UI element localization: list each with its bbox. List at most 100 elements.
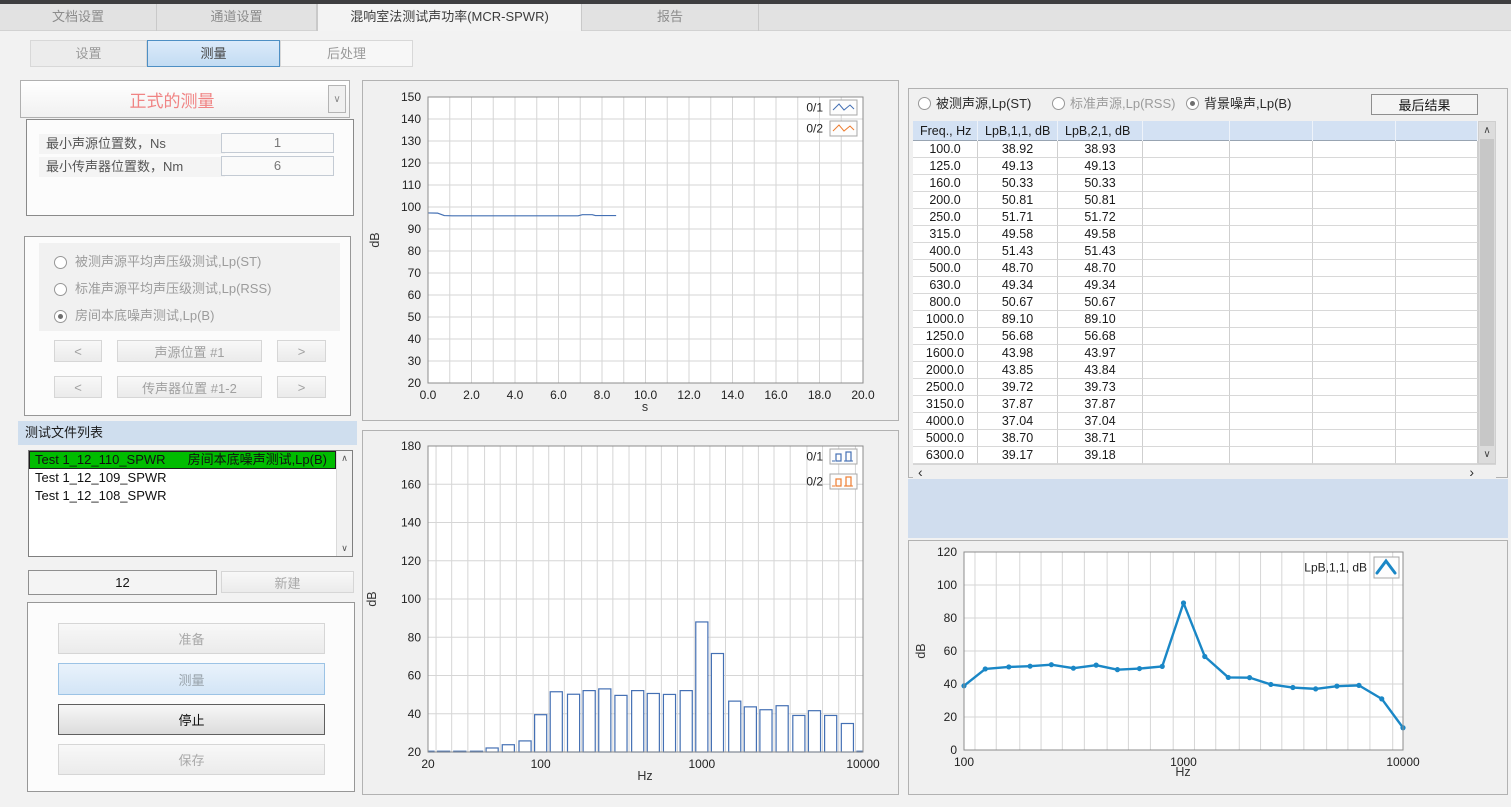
table-cell[interactable]: 37.04 [1058, 413, 1143, 430]
table-row[interactable]: 6300.039.1739.18 [913, 447, 1478, 464]
table-cell[interactable]: 49.58 [978, 226, 1058, 243]
source-position-prev-button[interactable]: < [54, 340, 102, 362]
table-cell[interactable]: 39.72 [978, 379, 1058, 396]
table-cell[interactable]: 5000.0 [913, 430, 978, 447]
table-cell[interactable] [1396, 175, 1478, 192]
tab-channel-settings[interactable]: 通道设置 [157, 4, 317, 31]
table-cell[interactable] [1396, 294, 1478, 311]
table-scroll-up-icon[interactable]: ∧ [1479, 125, 1495, 136]
table-cell[interactable] [1230, 243, 1313, 260]
table-row[interactable]: 1600.043.9843.97 [913, 345, 1478, 362]
table-cell[interactable]: 49.34 [1058, 277, 1143, 294]
table-cell[interactable] [1230, 413, 1313, 430]
measurement-mode-dropdown[interactable]: 正式的测量 ∨ [20, 80, 350, 118]
table-cell[interactable]: 50.67 [978, 294, 1058, 311]
table-cell[interactable] [1313, 379, 1396, 396]
table-horizontal-scrollbar[interactable]: ‹ › [913, 464, 1496, 479]
table-cell[interactable] [1230, 328, 1313, 345]
table-row[interactable]: 3150.037.8737.87 [913, 396, 1478, 413]
table-cell[interactable] [1230, 311, 1313, 328]
radio-lprss[interactable] [54, 283, 67, 296]
table-cell[interactable]: 49.13 [978, 158, 1058, 175]
result-radio-lpb[interactable] [1186, 97, 1199, 110]
table-scroll-down-icon[interactable]: ∨ [1479, 449, 1495, 460]
table-row[interactable]: 1000.089.1089.10 [913, 311, 1478, 328]
table-cell[interactable]: 1600.0 [913, 345, 978, 362]
table-cell[interactable] [1143, 379, 1230, 396]
table-cell[interactable] [1230, 294, 1313, 311]
table-row[interactable]: 250.051.7151.72 [913, 209, 1478, 226]
table-cell[interactable]: 400.0 [913, 243, 978, 260]
table-cell[interactable]: 50.67 [1058, 294, 1143, 311]
table-row[interactable]: 2500.039.7239.73 [913, 379, 1478, 396]
table-cell[interactable]: 160.0 [913, 175, 978, 192]
table-row[interactable]: 800.050.6750.67 [913, 294, 1478, 311]
table-row[interactable]: 630.049.3449.34 [913, 277, 1478, 294]
table-row[interactable]: 2000.043.8543.84 [913, 362, 1478, 379]
table-cell[interactable] [1396, 226, 1478, 243]
table-cell[interactable]: 1000.0 [913, 311, 978, 328]
table-cell[interactable]: 6300.0 [913, 447, 978, 464]
table-cell[interactable] [1396, 141, 1478, 158]
prepare-button[interactable]: 准备 [58, 623, 325, 654]
table-cell[interactable]: 43.84 [1058, 362, 1143, 379]
table-cell[interactable]: 89.10 [978, 311, 1058, 328]
table-cell[interactable]: 50.33 [978, 175, 1058, 192]
table-cell[interactable] [1313, 413, 1396, 430]
table-cell[interactable]: 315.0 [913, 226, 978, 243]
scroll-up-icon[interactable]: ∧ [337, 453, 352, 464]
table-cell[interactable] [1396, 447, 1478, 464]
table-cell[interactable] [1143, 396, 1230, 413]
table-cell[interactable]: 51.43 [1058, 243, 1143, 260]
table-cell[interactable] [1230, 345, 1313, 362]
table-cell[interactable]: 39.73 [1058, 379, 1143, 396]
table-cell[interactable] [1313, 141, 1396, 158]
table-row[interactable]: 200.050.8150.81 [913, 192, 1478, 209]
table-cell[interactable]: 50.33 [1058, 175, 1143, 192]
table-cell[interactable]: 50.81 [978, 192, 1058, 209]
table-row[interactable]: 100.038.9238.93 [913, 141, 1478, 158]
table-cell[interactable] [1143, 226, 1230, 243]
table-cell[interactable]: 37.87 [1058, 396, 1143, 413]
table-cell[interactable] [1313, 277, 1396, 294]
table-cell[interactable] [1313, 158, 1396, 175]
table-row[interactable]: 400.051.4351.43 [913, 243, 1478, 260]
table-cell[interactable] [1230, 447, 1313, 464]
table-cell[interactable]: 3150.0 [913, 396, 978, 413]
table-cell[interactable] [1230, 396, 1313, 413]
table-cell[interactable] [1143, 209, 1230, 226]
table-cell[interactable]: 250.0 [913, 209, 978, 226]
file-list-scrollbar[interactable]: ∧ ∨ [336, 451, 352, 556]
table-cell[interactable] [1143, 413, 1230, 430]
tab-report[interactable]: 报告 [582, 4, 759, 31]
table-cell[interactable] [1396, 328, 1478, 345]
table-cell[interactable] [1230, 379, 1313, 396]
table-row[interactable]: 4000.037.0437.04 [913, 413, 1478, 430]
table-cell[interactable] [1143, 158, 1230, 175]
table-cell[interactable] [1313, 175, 1396, 192]
result-radio-lprss[interactable] [1052, 97, 1065, 110]
table-cell[interactable]: 2000.0 [913, 362, 978, 379]
table-scrollbar-thumb[interactable] [1480, 139, 1494, 446]
table-cell[interactable] [1396, 379, 1478, 396]
table-cell[interactable]: 37.87 [978, 396, 1058, 413]
table-cell[interactable] [1313, 209, 1396, 226]
table-cell[interactable] [1396, 430, 1478, 447]
tab-mcr-spwr[interactable]: 混响室法测试声功率(MCR-SPWR) [317, 4, 582, 31]
table-cell[interactable] [1143, 430, 1230, 447]
table-cell[interactable] [1143, 141, 1230, 158]
table-cell[interactable]: 38.71 [1058, 430, 1143, 447]
table-cell[interactable] [1143, 192, 1230, 209]
table-cell[interactable]: 51.43 [978, 243, 1058, 260]
table-cell[interactable] [1230, 141, 1313, 158]
table-cell[interactable] [1143, 277, 1230, 294]
table-row[interactable]: 1250.056.6856.68 [913, 328, 1478, 345]
table-cell[interactable]: 48.70 [978, 260, 1058, 277]
table-cell[interactable] [1313, 328, 1396, 345]
table-cell[interactable]: 100.0 [913, 141, 978, 158]
table-cell[interactable] [1143, 243, 1230, 260]
table-row[interactable]: 5000.038.7038.71 [913, 430, 1478, 447]
table-cell[interactable] [1313, 294, 1396, 311]
table-cell[interactable] [1313, 260, 1396, 277]
table-cell[interactable] [1143, 294, 1230, 311]
